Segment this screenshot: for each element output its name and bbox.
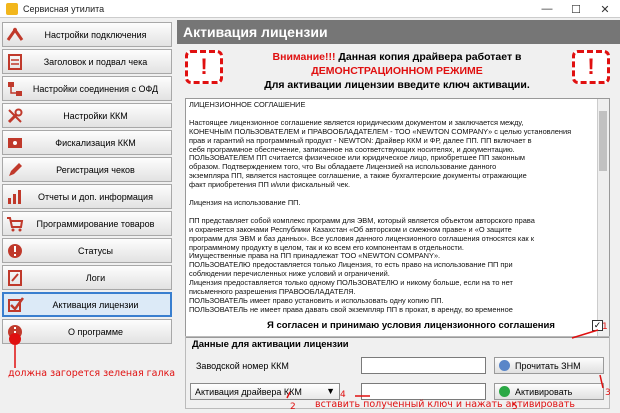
sidebar-item-label: О программе <box>67 326 124 337</box>
sidebar-item-label: Логи <box>85 272 106 283</box>
sidebar-item-logs[interactable]: Логи <box>2 265 172 290</box>
app-icon <box>6 2 18 15</box>
warning-left-icon: ! <box>185 50 223 84</box>
sidebar-item-about[interactable]: О программе <box>2 319 172 344</box>
page-title: Активация лицензии <box>183 24 328 40</box>
select-value: Активация драйвера ККМ <box>195 386 302 397</box>
sidebar-item-statuses[interactable]: Статусы <box>2 238 172 263</box>
sidebar: Настройки подключения Заголовок и подвал… <box>0 20 175 413</box>
activate-button[interactable]: Активировать <box>494 383 604 400</box>
read-znm-button[interactable]: Прочитать ЗНМ <box>494 357 604 374</box>
serial-number-field[interactable] <box>361 357 486 374</box>
receipt-icon <box>4 51 26 73</box>
agreement-label: Я согласен и принимаю условия лицензионн… <box>267 320 555 331</box>
connection-icon <box>4 24 26 46</box>
sidebar-item-label: Программирование товаров <box>36 218 155 229</box>
warning-line2: ДЕМОНСТРАЦИОННОМ РЕЖИМЕ <box>311 65 483 77</box>
minimize-button[interactable]: — <box>532 0 562 18</box>
key-note: вставить полученный ключ и нажать активи… <box>315 399 576 410</box>
license-scrollbar[interactable] <box>597 99 609 337</box>
sidebar-item-label: Отчеты и доп. информация <box>38 191 153 202</box>
scrollbar-thumb[interactable] <box>599 111 607 171</box>
sidebar-item-receipt-header[interactable]: Заголовок и подвал чека <box>2 49 172 74</box>
chart-icon <box>4 186 26 208</box>
sidebar-item-label: Регистрация чеков <box>56 164 135 175</box>
sidebar-item-label: Заголовок и подвал чека <box>43 56 148 67</box>
button-label: Прочитать ЗНМ <box>515 360 581 371</box>
sidebar-item-label: Настройки подключения <box>44 29 147 40</box>
checkbox-icon <box>5 294 27 316</box>
activation-key-field[interactable] <box>361 383 486 400</box>
network-icon <box>4 78 26 100</box>
activation-type-select[interactable]: Активация драйвера ККМ ▼ <box>190 383 340 400</box>
sidebar-item-kkm-settings[interactable]: Настройки ККМ <box>2 103 172 128</box>
main-panel: Активация лицензии ! ! Внимание!!! Данна… <box>177 20 620 413</box>
pen-icon <box>4 159 26 181</box>
close-button[interactable]: ✕ <box>590 0 620 18</box>
button-label: Активировать <box>515 386 573 397</box>
warning-right-icon: ! <box>572 50 610 84</box>
annotation-2: 2 <box>290 402 296 412</box>
license-text: ЛИЦЕНЗИОННОЕ СОГЛАШЕНИЕ Настоящее лиценз… <box>189 100 572 314</box>
annotation-4: 4 <box>340 390 346 400</box>
title-bar: Сервисная утилита — ☐ ✕ <box>0 0 620 18</box>
info-icon <box>4 321 26 343</box>
ticket-icon <box>4 132 26 154</box>
page-header: Активация лицензии <box>177 20 620 44</box>
cart-icon <box>4 213 26 235</box>
sidebar-item-label: Настройки соединения с ОФД <box>32 83 159 94</box>
group-title: Данные для активации лицензии <box>192 339 349 350</box>
sidebar-item-label: Статусы <box>78 245 113 256</box>
annotation-5: 5 <box>512 402 518 412</box>
alert-icon <box>4 240 26 262</box>
license-textbox[interactable]: ЛИЦЕНЗИОННОЕ СОГЛАШЕНИЕ Настоящее лиценз… <box>185 98 610 338</box>
green-tick-note: должна загорется зеленая галка <box>8 368 176 379</box>
sidebar-item-label: Фискализация ККМ <box>55 137 136 148</box>
warning-line1: Данная копия драйвера работает в <box>335 51 522 63</box>
sidebar-item-reports[interactable]: Отчеты и доп. информация <box>2 184 172 209</box>
annotation-1: 1 <box>602 322 608 332</box>
warning-line3: Для активации лицензии введите ключ акти… <box>264 79 530 91</box>
demo-warning: Внимание!!! Данная копия драйвера работа… <box>227 50 567 92</box>
window-title: Сервисная утилита <box>23 3 105 14</box>
sidebar-item-fiscalization[interactable]: Фискализация ККМ <box>2 130 172 155</box>
sidebar-item-receipt-registration[interactable]: Регистрация чеков <box>2 157 172 182</box>
tools-icon <box>4 105 26 127</box>
log-icon <box>4 267 26 289</box>
annotation-3: 3 <box>605 388 611 398</box>
search-icon <box>499 360 510 371</box>
sidebar-item-ofd-settings[interactable]: Настройки соединения с ОФД <box>2 76 172 101</box>
warning-prefix: Внимание!!! <box>272 51 336 63</box>
check-icon <box>499 386 510 397</box>
serial-label: Заводской номер ККМ <box>196 361 289 371</box>
sidebar-item-label: Активация лицензии <box>52 299 139 310</box>
chevron-down-icon: ▼ <box>326 386 335 396</box>
sidebar-item-connection-settings[interactable]: Настройки подключения <box>2 22 172 47</box>
maximize-button[interactable]: ☐ <box>561 0 591 18</box>
sidebar-item-label: Настройки ККМ <box>63 110 128 121</box>
sidebar-item-license-activation[interactable]: Активация лицензии <box>2 292 172 317</box>
sidebar-item-goods-programming[interactable]: Программирование товаров <box>2 211 172 236</box>
